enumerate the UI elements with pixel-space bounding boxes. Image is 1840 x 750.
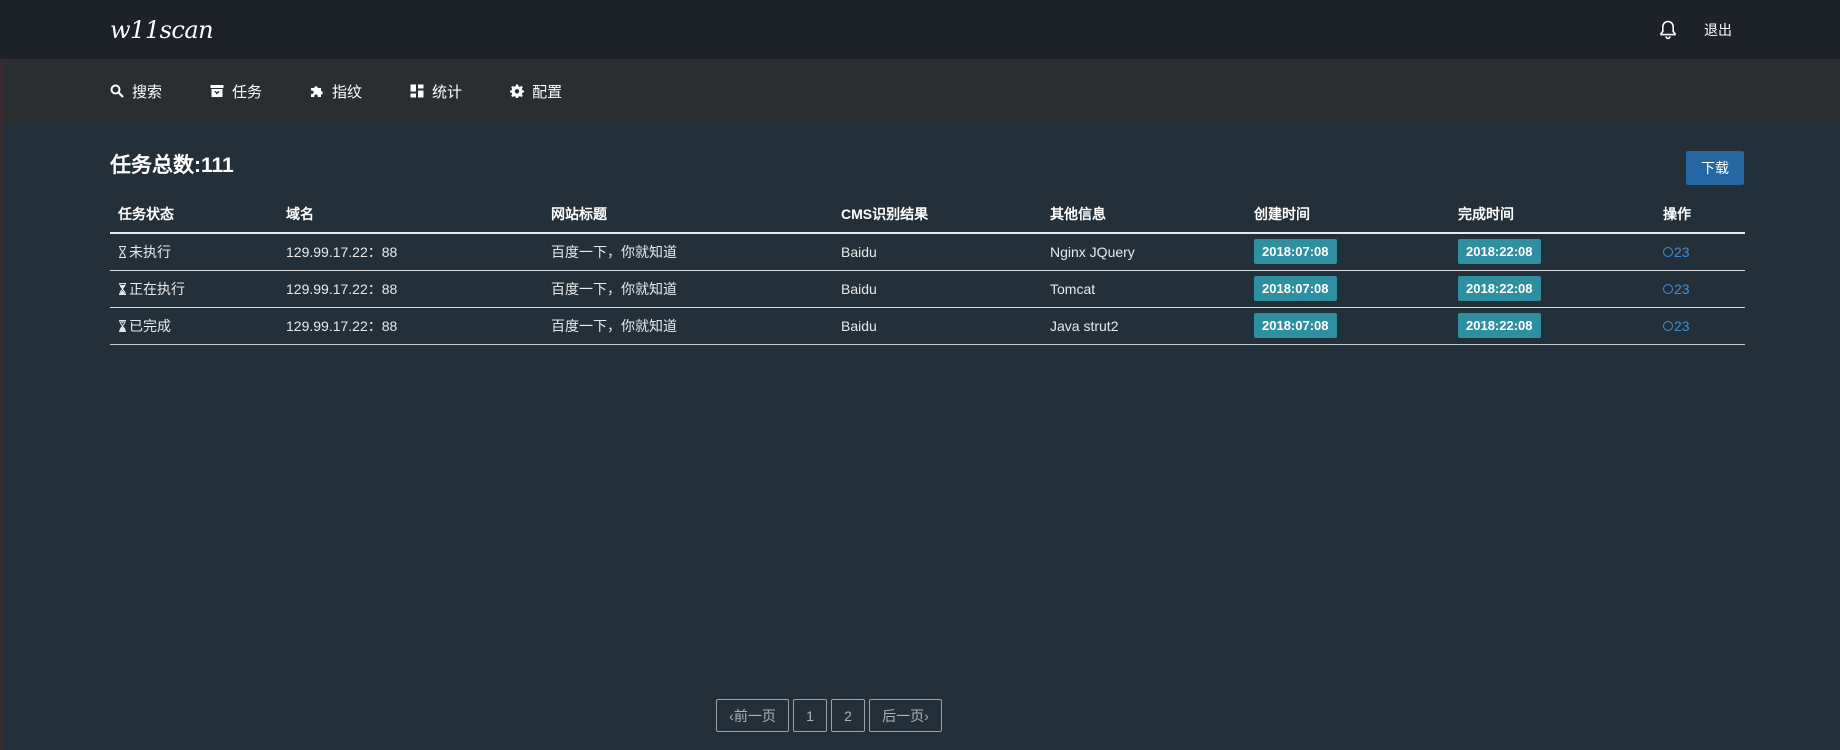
pagination: ‹前一页 1 2 后一页› (716, 699, 942, 732)
circle-icon (1663, 283, 1673, 294)
page-title: 任务总数:111 (110, 154, 234, 177)
nav-item-label: 指纹 (332, 83, 363, 101)
hourglass-empty-icon (119, 245, 126, 258)
table-row[interactable]: 正在执行 129.99.17.22：88 百度一下，你就知道 Baidu Tom… (110, 270, 1745, 308)
table-row[interactable]: 已完成 129.99.17.22：88 百度一下，你就知道 Baidu Java… (110, 307, 1745, 345)
domain-cell: 129.99.17.22：88 (278, 270, 543, 308)
status-cell: 已完成 (110, 307, 278, 345)
dashboard-icon (410, 84, 424, 98)
page-1-button[interactable]: 1 (793, 699, 827, 732)
domain-cell: 129.99.17.22：88 (278, 307, 543, 345)
created-cell: 2018:07:08 (1246, 233, 1450, 271)
status-text: 正在执行 (129, 280, 185, 297)
nav-item-tasks[interactable]: 任务 (210, 81, 262, 102)
status-cell: 未执行 (110, 233, 278, 271)
column-header-title[interactable]: 网站标题 (543, 195, 833, 234)
nav-item-label: 搜索 (132, 83, 163, 101)
title-cell: 百度一下，你就知道 (543, 307, 833, 345)
op-text: 23 (1674, 317, 1690, 334)
op-cell: 23 (1655, 233, 1745, 271)
circle-icon (1663, 246, 1673, 257)
circle-icon (1663, 320, 1673, 331)
done-cell: 2018:22:08 (1450, 233, 1655, 271)
title-cell: 百度一下，你就知道 (543, 233, 833, 271)
nav-item-stats[interactable]: 统计 (410, 81, 462, 102)
info-cell: Tomcat (1042, 270, 1246, 308)
gear-icon (510, 84, 525, 98)
info-cell: Java strut2 (1042, 307, 1246, 345)
archive-icon (210, 85, 224, 97)
column-header-done[interactable]: 完成时间 (1450, 195, 1655, 234)
nav-bar: 搜索 任务 指纹 统计 配置 (0, 59, 1840, 123)
created-badge: 2018:07:08 (1254, 313, 1337, 338)
done-badge: 2018:22:08 (1458, 313, 1541, 338)
cms-cell: Baidu (833, 233, 1042, 271)
done-cell: 2018:22:08 (1450, 270, 1655, 308)
nav-item-label: 统计 (432, 83, 463, 101)
op-link[interactable]: 23 (1663, 318, 1690, 334)
page-2-button[interactable]: 2 (831, 699, 865, 732)
op-text: 23 (1674, 243, 1690, 260)
top-bar: w11scan 退出 (0, 0, 1840, 59)
nav-item-label: 任务 (232, 83, 263, 101)
nav-item-search[interactable]: 搜索 (110, 81, 162, 102)
info-cell: Nginx JQuery (1042, 233, 1246, 271)
content-header: 任务总数:111 下载 (110, 123, 1744, 195)
op-cell: 23 (1655, 307, 1745, 345)
bell-icon[interactable] (1658, 19, 1678, 41)
created-badge: 2018:07:08 (1254, 239, 1337, 265)
column-header-created[interactable]: 创建时间 (1246, 195, 1450, 234)
done-cell: 2018:22:08 (1450, 307, 1655, 345)
search-icon (110, 84, 124, 98)
title-cell: 百度一下，你就知道 (543, 270, 833, 308)
prev-page-button[interactable]: ‹前一页 (716, 699, 789, 732)
nav-item-config[interactable]: 配置 (510, 81, 562, 102)
op-text: 23 (1674, 280, 1690, 297)
column-header-op: 操作 (1655, 195, 1745, 234)
column-header-info[interactable]: 其他信息 (1042, 195, 1246, 234)
column-header-domain[interactable]: 域名 (278, 195, 543, 234)
app-logo[interactable]: w11scan (110, 16, 214, 44)
column-header-cms[interactable]: CMS识别结果 (833, 195, 1042, 234)
nav-item-label: 配置 (532, 83, 563, 101)
status-text: 已完成 (129, 317, 171, 334)
status-text: 未执行 (129, 243, 171, 260)
hourglass-end-icon (119, 319, 126, 332)
op-link[interactable]: 23 (1663, 244, 1690, 260)
task-table: 任务状态 域名 网站标题 CMS识别结果 其他信息 创建时间 完成时间 操作 未… (110, 195, 1745, 345)
main-content: 任务总数:111 下载 任务状态 域名 网站标题 CMS识别结果 其他信息 创建… (0, 123, 1840, 345)
column-header-status[interactable]: 任务状态 (110, 195, 278, 234)
puzzle-icon (311, 86, 323, 97)
next-page-button[interactable]: 后一页› (869, 699, 942, 732)
cms-cell: Baidu (833, 270, 1042, 308)
done-badge: 2018:22:08 (1458, 276, 1541, 301)
created-cell: 2018:07:08 (1246, 307, 1450, 345)
nav-item-fingerprint[interactable]: 指纹 (310, 81, 362, 102)
op-link[interactable]: 23 (1663, 281, 1690, 297)
created-cell: 2018:07:08 (1246, 270, 1450, 308)
status-cell: 正在执行 (110, 270, 278, 308)
created-badge: 2018:07:08 (1254, 276, 1337, 301)
table-header-row: 任务状态 域名 网站标题 CMS识别结果 其他信息 创建时间 完成时间 操作 (110, 195, 1745, 234)
domain-cell: 129.99.17.22：88 (278, 233, 543, 271)
cms-cell: Baidu (833, 307, 1042, 345)
top-bar-actions: 退出 (1658, 0, 1732, 59)
logout-link[interactable]: 退出 (1704, 20, 1732, 40)
done-badge: 2018:22:08 (1458, 239, 1541, 265)
window-edge (0, 0, 3, 750)
op-cell: 23 (1655, 270, 1745, 308)
table-row[interactable]: 未执行 129.99.17.22：88 百度一下，你就知道 Baidu Ngin… (110, 233, 1745, 271)
download-button[interactable]: 下载 (1686, 151, 1744, 185)
hourglass-half-icon (119, 282, 126, 295)
